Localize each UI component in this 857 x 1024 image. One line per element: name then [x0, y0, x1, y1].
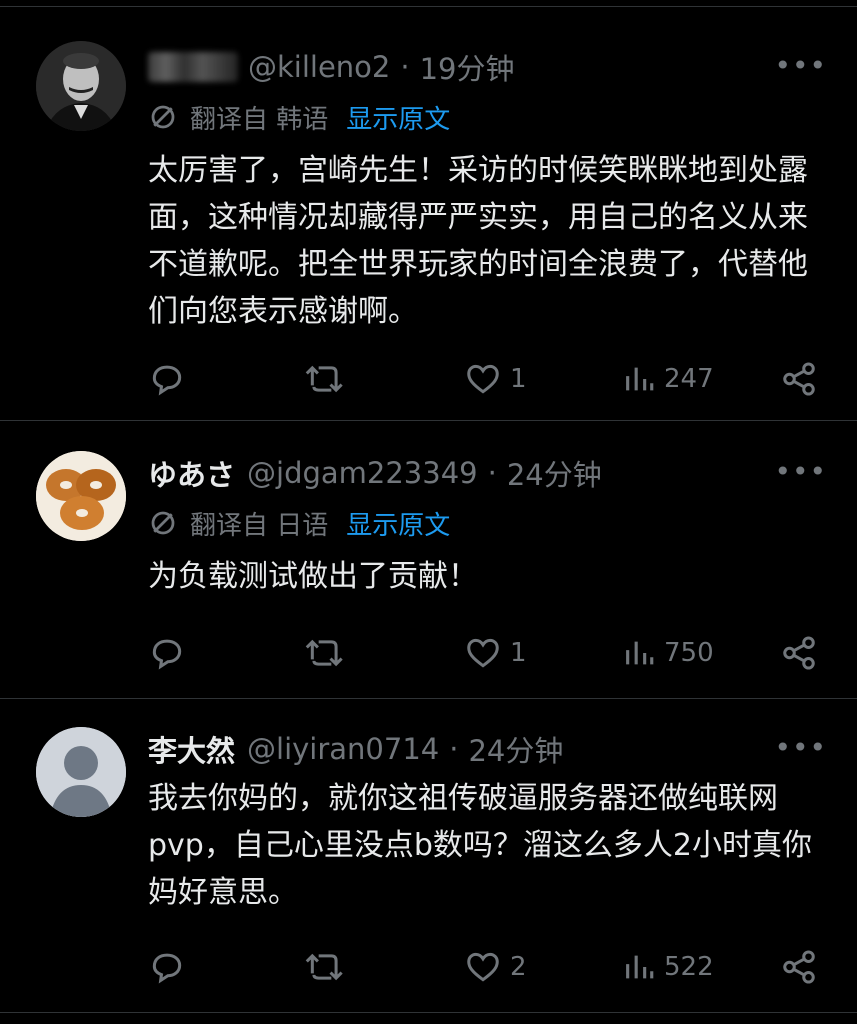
translate-label: 翻译自 日语: [190, 510, 329, 541]
translate-label: 翻译自 韩语: [190, 104, 329, 135]
tweet-2[interactable]: ゆあさ @jdgam223349 · 24分钟 ••• 翻译自 日语 显示原文 …: [0, 421, 857, 699]
like-count: 1: [510, 638, 527, 668]
retweet-icon: [305, 953, 343, 981]
avatar[interactable]: [36, 41, 126, 131]
share-button[interactable]: [780, 948, 818, 986]
display-name-redacted[interactable]: [148, 52, 238, 82]
reply-button[interactable]: [148, 360, 194, 398]
like-button[interactable]: 1: [464, 360, 527, 398]
tweet-text: 太厉害了，宫崎先生！采访的时候笑眯眯地到处露面，这种情况却藏得严严实实，用自己的…: [148, 153, 808, 329]
handle[interactable]: @killeno2: [248, 50, 390, 84]
reply-button[interactable]: [148, 634, 194, 672]
share-icon: [783, 636, 815, 670]
action-bar: 1 750: [148, 633, 839, 673]
tweet-3[interactable]: 李大然 @liyiran0714 · 24分钟 ••• 我去你妈的，就你这祖传破…: [0, 699, 857, 1013]
translate-icon: [151, 511, 175, 535]
action-bar: 1 247: [148, 359, 839, 399]
views-button[interactable]: 522: [622, 950, 714, 984]
views-icon: [626, 955, 654, 979]
view-count: 750: [664, 638, 714, 668]
separator: ·: [487, 456, 497, 490]
tweet-1[interactable]: @killeno2 · 19分钟 ••• 翻译自 韩语 显示原文 太厉害了，宫崎…: [0, 7, 857, 421]
handle[interactable]: @liyiran0714: [247, 732, 439, 766]
timestamp[interactable]: 24分钟: [468, 728, 563, 770]
reply-icon: [152, 639, 182, 670]
views-button[interactable]: 247: [622, 362, 714, 396]
view-count: 522: [664, 952, 714, 982]
share-icon: [783, 362, 815, 396]
views-icon: [626, 641, 654, 665]
views-button[interactable]: 750: [622, 636, 714, 670]
tweet-header: ゆあさ @jdgam223349 · 24分钟: [148, 451, 827, 495]
retweet-button[interactable]: [304, 634, 354, 672]
show-original-link[interactable]: 显示原文: [346, 505, 450, 542]
like-button[interactable]: 1: [464, 634, 527, 672]
tweet-header: 李大然 @liyiran0714 · 24分钟: [148, 727, 827, 771]
display-name[interactable]: 李大然: [148, 728, 235, 770]
heart-icon: [467, 952, 499, 982]
tweet-text: 为负载测试做出了贡献！: [148, 559, 478, 594]
retweet-button[interactable]: [304, 360, 354, 398]
action-bar: 2 522: [148, 947, 839, 987]
top-divider: [0, 0, 857, 7]
more-options-button[interactable]: •••: [774, 49, 827, 82]
view-count: 247: [664, 364, 714, 394]
share-button[interactable]: [780, 634, 818, 672]
reply-icon: [152, 953, 182, 984]
avatar[interactable]: [36, 451, 126, 541]
retweet-button[interactable]: [304, 948, 354, 986]
translation-notice: 翻译自 韩语 显示原文: [148, 95, 827, 139]
separator: ·: [400, 50, 410, 84]
reply-button[interactable]: [148, 948, 194, 986]
translation-notice: 翻译自 日语 显示原文: [148, 501, 827, 545]
more-options-button[interactable]: •••: [774, 455, 827, 488]
like-button[interactable]: 2: [464, 948, 527, 986]
show-original-link[interactable]: 显示原文: [346, 99, 450, 136]
like-count: 2: [510, 952, 527, 982]
more-options-button[interactable]: •••: [774, 731, 827, 764]
retweet-icon: [305, 639, 343, 667]
like-count: 1: [510, 364, 527, 394]
avatar[interactable]: [36, 727, 126, 817]
reply-icon: [152, 365, 182, 396]
display-name[interactable]: ゆあさ: [148, 452, 235, 494]
timestamp[interactable]: 24分钟: [507, 452, 602, 494]
views-icon: [626, 367, 654, 391]
retweet-icon: [305, 365, 343, 393]
translate-icon: [151, 105, 175, 129]
heart-icon: [467, 364, 499, 394]
separator: ·: [449, 732, 459, 766]
handle[interactable]: @jdgam223349: [247, 456, 478, 490]
share-icon: [783, 950, 815, 984]
tweet-text: 我去你妈的，就你这祖传破逼服务器还做纯联网pvp，自己心里没点b数吗？溜这么多人…: [148, 781, 812, 910]
heart-icon: [467, 638, 499, 668]
share-button[interactable]: [780, 360, 818, 398]
tweet-header: @killeno2 · 19分钟: [148, 45, 827, 89]
timestamp[interactable]: 19分钟: [420, 46, 515, 88]
